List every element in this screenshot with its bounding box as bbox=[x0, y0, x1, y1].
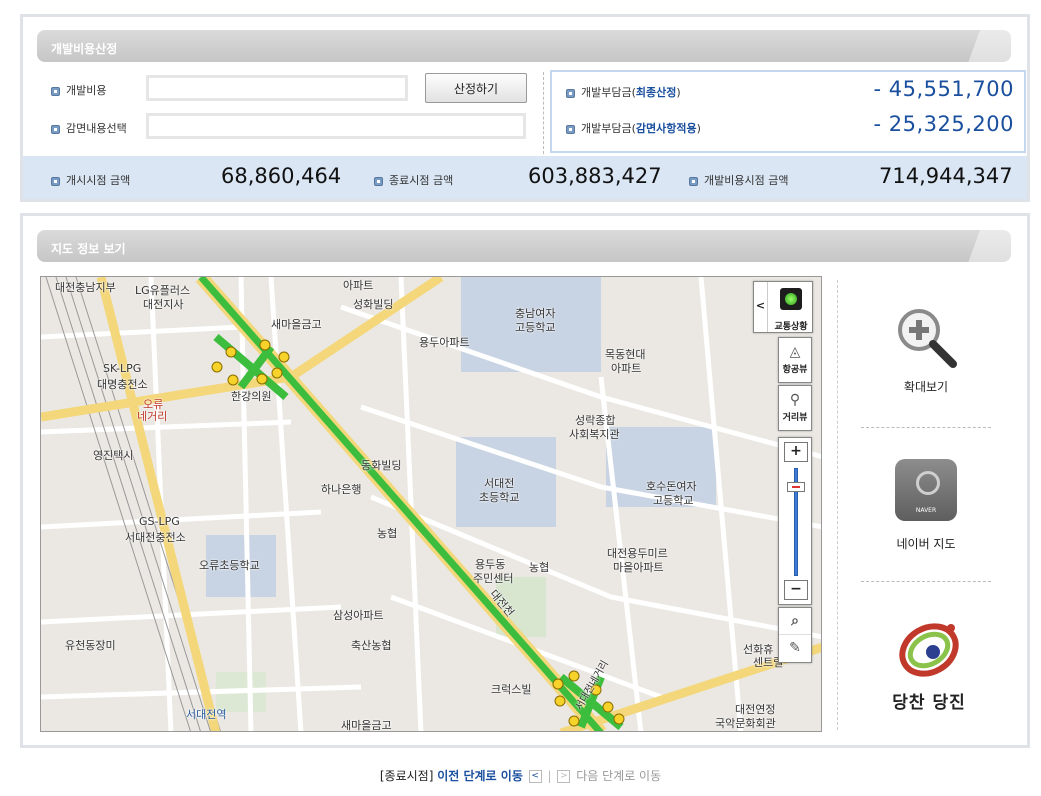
map-label: 서대전충전소 bbox=[125, 531, 186, 544]
map-tools: ⌕ ✎ bbox=[778, 607, 812, 663]
pin-icon: ⚲ bbox=[789, 392, 801, 408]
prev-step-link[interactable]: 이전 단계로 이동 bbox=[437, 769, 523, 783]
bullet-icon bbox=[689, 176, 698, 186]
end-point-tag: [종료시점] bbox=[379, 769, 434, 783]
map-label: 국악문화회관 bbox=[715, 717, 776, 730]
map-label: 마을아파트 bbox=[613, 561, 664, 574]
map-label: 농협 bbox=[529, 561, 550, 574]
naver-map-button[interactable]: NAVER 네이버 지도 bbox=[863, 459, 989, 552]
bullet-icon bbox=[51, 176, 60, 186]
start-amount-value: 68,860,464 bbox=[221, 164, 342, 188]
map-label: 새마을금고 bbox=[341, 719, 392, 732]
map-label: 대명충전소 bbox=[97, 378, 148, 391]
step-navigation: [종료시점] 이전 단계로 이동 < | > 다음 단계로 이동 bbox=[0, 767, 1041, 784]
map-label: 아파트 bbox=[343, 279, 374, 292]
map-label: 삼성아파트 bbox=[333, 609, 384, 622]
end-amount-label: 종료시점 금액 bbox=[374, 172, 453, 188]
map-label: 서대전역 bbox=[186, 708, 227, 721]
map-label: 유천동장미 bbox=[65, 639, 116, 652]
bullet-icon bbox=[51, 86, 60, 96]
dangjin-logo-text: 당찬 당진 bbox=[892, 693, 966, 713]
map-label: 용두아파트 bbox=[419, 336, 470, 349]
divider bbox=[861, 581, 991, 582]
map-label: 오류초등학교 bbox=[199, 559, 260, 572]
reduction-label: 감면내용선택 bbox=[51, 120, 127, 136]
dev-point-amount-value: 714,944,347 bbox=[879, 164, 1013, 188]
bullet-icon bbox=[566, 88, 575, 98]
map-label: 사회복지관 bbox=[569, 428, 620, 441]
street-label: 거리뷰 bbox=[782, 413, 808, 423]
start-amount-label: 개시시점 금액 bbox=[51, 172, 130, 188]
summary-band: 개시시점 금액 68,860,464 종료시점 금액 603,883,427 개… bbox=[23, 156, 1027, 199]
dangjin-logo: 당찬 당진 bbox=[889, 616, 969, 716]
map-label: 농협 bbox=[377, 527, 398, 540]
divider bbox=[837, 280, 838, 730]
dev-cost-input[interactable] bbox=[146, 75, 408, 101]
map-label: 크럭스빌 bbox=[491, 683, 532, 696]
dangjin-emblem-icon bbox=[899, 623, 959, 677]
aerial-view-button[interactable]: ◬ 항공뷰 bbox=[778, 337, 812, 383]
map-label: 영진택시 bbox=[93, 449, 134, 462]
zoom-control: + − bbox=[778, 437, 812, 605]
burden-box: 개발부담금(최종산정) - 45,551,700 개발부담금(감면사항적용) -… bbox=[550, 70, 1026, 153]
map-label: 새마을금고 bbox=[271, 318, 322, 331]
naver-map-icon: NAVER bbox=[895, 459, 957, 521]
cost-panel: 개발비용산정 개발비용 산정하기 감면내용선택 개발부담금(최종산정) - 45… bbox=[20, 14, 1030, 202]
burden-reduced-value: - 25,325,200 bbox=[873, 112, 1014, 136]
traffic-light-icon bbox=[780, 288, 802, 310]
end-amount-value: 603,883,427 bbox=[528, 164, 662, 188]
cost-section-title: 개발비용산정 bbox=[37, 30, 1011, 62]
zoom-view-label: 확대보기 bbox=[903, 380, 949, 394]
ruler-icon[interactable]: ✎ bbox=[779, 635, 811, 662]
naver-map-label: 네이버 지도 bbox=[896, 537, 956, 551]
map-label: SK-LPG bbox=[103, 362, 142, 375]
nav-separator: | bbox=[547, 769, 552, 783]
map-label: 네거리 bbox=[137, 410, 168, 423]
zoom-slider-handle[interactable] bbox=[787, 482, 805, 492]
aerial-icon: ◬ bbox=[789, 344, 801, 360]
map-label: 성화빌딩 bbox=[353, 298, 394, 311]
map-label: 대전지사 bbox=[143, 298, 184, 311]
bullet-icon bbox=[566, 124, 575, 134]
map-label: 동화빌딩 bbox=[361, 459, 402, 472]
burden-final-value: - 45,551,700 bbox=[873, 77, 1014, 101]
divider bbox=[543, 72, 544, 154]
dev-point-amount-label: 개발비용시점 금액 bbox=[689, 172, 788, 188]
map-panel: 지도 정보 보기 대전충남지부 LG유플러스 대전지사 아파트 성화빌딩 새마을… bbox=[20, 213, 1030, 748]
traffic-toggle[interactable]: < 교통상황 bbox=[753, 281, 813, 333]
map-section-title: 지도 정보 보기 bbox=[37, 230, 1011, 262]
next-arrow-icon[interactable]: > bbox=[557, 770, 571, 783]
prev-arrow-icon[interactable]: < bbox=[528, 770, 542, 783]
map-label: 고등학교 bbox=[653, 494, 694, 507]
map-label: 한강의원 bbox=[231, 390, 272, 403]
magnifier-plus-icon bbox=[891, 302, 961, 372]
aerial-label: 항공뷰 bbox=[782, 365, 808, 375]
burden-final-label: 개발부담금(최종산정) bbox=[566, 84, 681, 100]
bullet-icon bbox=[51, 124, 60, 134]
map-label: GS-LPG bbox=[139, 515, 180, 528]
zoom-view-button[interactable]: 확대보기 bbox=[863, 302, 989, 395]
reduction-select-input[interactable] bbox=[146, 113, 526, 139]
magnifier-plus-graphic bbox=[898, 309, 957, 368]
map-label: 대전충남지부 bbox=[55, 281, 116, 294]
burden-reduced-label: 개발부담금(감면사항적용) bbox=[566, 120, 701, 136]
dev-cost-label: 개발비용 bbox=[51, 82, 106, 98]
map-label: 아파트 bbox=[611, 362, 642, 375]
map-label: 축산농협 bbox=[351, 639, 392, 652]
magnifier-icon[interactable]: ⌕ bbox=[779, 608, 811, 635]
map-label: 초등학교 bbox=[479, 491, 520, 504]
zoom-in-button[interactable]: + bbox=[784, 442, 808, 462]
zoom-out-button[interactable]: − bbox=[784, 580, 808, 600]
bullet-icon bbox=[374, 176, 383, 186]
collapse-arrow-icon[interactable]: < bbox=[754, 282, 768, 332]
traffic-label: 교통상황 bbox=[774, 322, 808, 332]
map-label: 고등학교 bbox=[515, 321, 556, 334]
divider bbox=[861, 427, 991, 428]
map-label: 하나은행 bbox=[321, 483, 362, 496]
map-view[interactable]: 대전충남지부 LG유플러스 대전지사 아파트 성화빌딩 새마을금고 충남여자 고… bbox=[40, 276, 822, 732]
map-label: 주민센터 bbox=[473, 572, 514, 585]
street-view-button[interactable]: ⚲ 거리뷰 bbox=[778, 385, 812, 431]
next-step-link[interactable]: 다음 단계로 이동 bbox=[576, 769, 661, 783]
calculate-button[interactable]: 산정하기 bbox=[425, 73, 527, 103]
